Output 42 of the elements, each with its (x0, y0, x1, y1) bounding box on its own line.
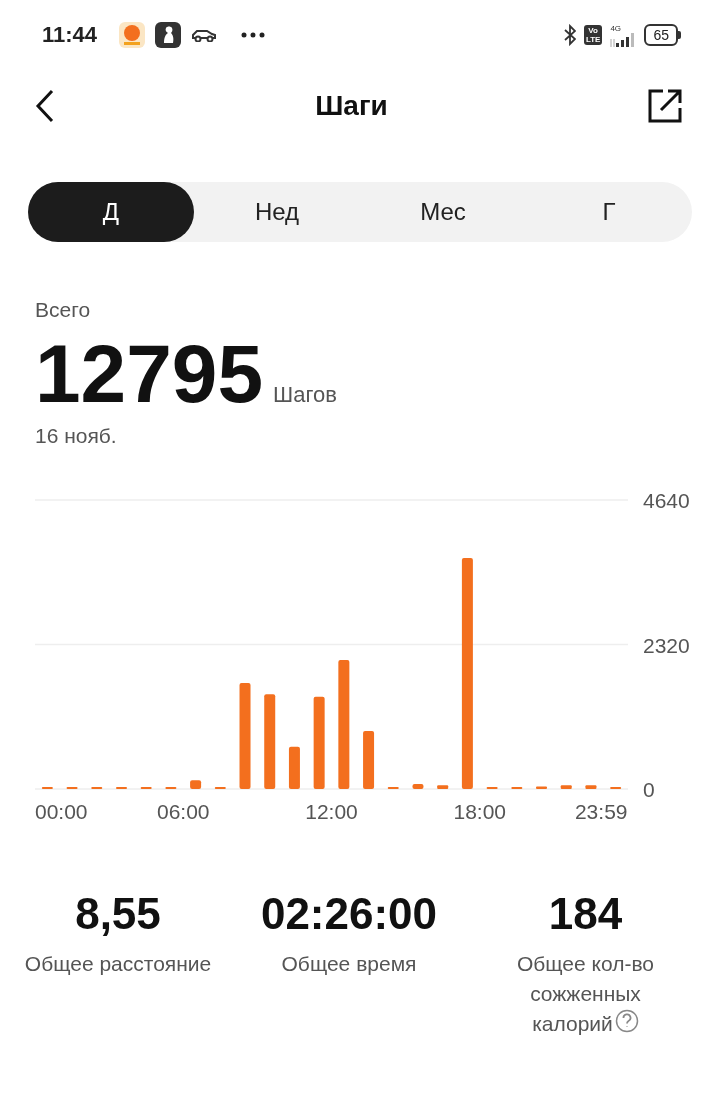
more-icon (241, 32, 266, 38)
app-icon (119, 22, 146, 48)
period-tab[interactable]: Г (526, 182, 692, 242)
step-bar (437, 785, 449, 789)
y-axis-label: 4640 (643, 489, 690, 512)
step-bar (363, 731, 375, 789)
stat-value: 8,55 (75, 888, 161, 940)
volte-icon: Vo LTE (583, 25, 603, 45)
bluetooth-icon (563, 24, 576, 46)
stat-value: 02:26:00 (260, 888, 438, 940)
period-tab[interactable]: Нед (194, 182, 360, 242)
page-title: Шаги (315, 90, 388, 122)
help-icon[interactable] (614, 1009, 639, 1033)
step-bar (412, 784, 424, 789)
period-tab[interactable]: Д (28, 182, 194, 242)
x-axis-label: 06:00 (156, 800, 210, 823)
y-axis-label: 2320 (643, 633, 690, 657)
stat-label: Общее расстояние (24, 951, 212, 977)
car-icon (191, 28, 218, 42)
steps-total: 12795 (35, 327, 264, 421)
stat-label: Общее время (281, 951, 417, 977)
network-type: 4G (610, 23, 622, 33)
step-bar (288, 746, 300, 789)
app-icon (155, 22, 182, 48)
battery-level: 65 (644, 24, 678, 46)
stat-value: 184 (548, 888, 623, 940)
step-bar (536, 786, 547, 789)
step-bar (560, 785, 572, 789)
steps-unit: Шагов (273, 382, 337, 408)
step-bar (190, 780, 202, 789)
clock-time: 11:44 (42, 22, 98, 48)
date-label: 16 нояб. (35, 424, 118, 448)
stat-label: Общее кол-во сожженных калорий (515, 951, 656, 1037)
x-axis-label: 18:00 (453, 800, 507, 823)
x-axis-label: 23:59 (574, 800, 628, 823)
period-tab[interactable]: Мес (360, 182, 526, 242)
total-label: Всего (35, 298, 92, 322)
x-axis-label: 12:00 (305, 800, 358, 823)
step-bar (585, 785, 597, 789)
y-axis-label: 0 (643, 778, 655, 801)
signal-icon (610, 32, 637, 47)
x-axis-label: 00:00 (35, 800, 88, 823)
